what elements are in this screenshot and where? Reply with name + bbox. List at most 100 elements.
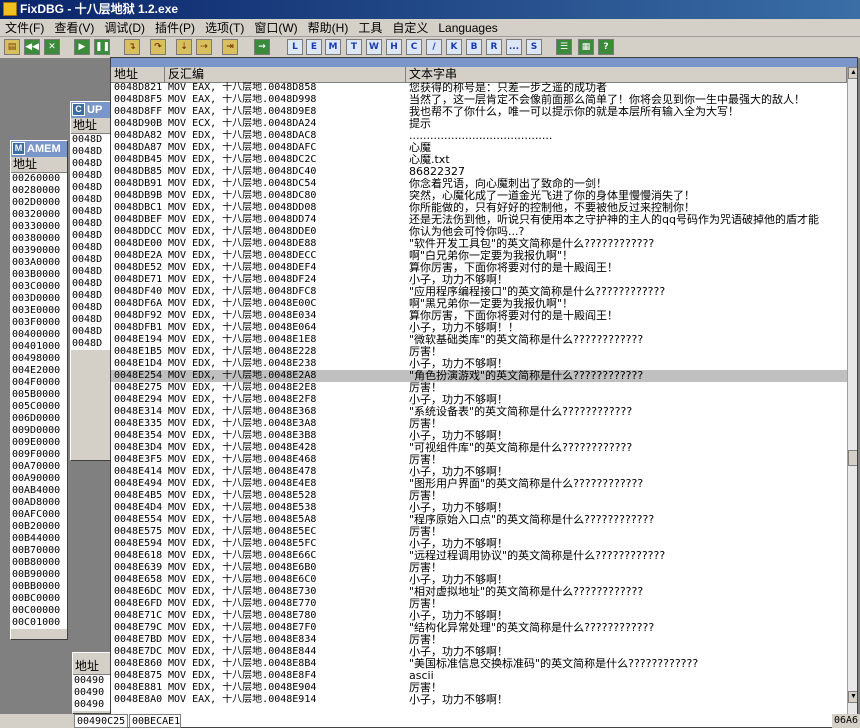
string-row[interactable]: 0048E618 MOV EDX, 十八层地.0048E66C "远程过程调用协议"… (111, 550, 847, 562)
cpu-address-row[interactable]: 0048D (71, 218, 111, 230)
goto-icon[interactable]: → (254, 39, 270, 55)
string-row[interactable]: 0048E7BD MOV EDX, 十八层地.0048E834 厉害！ (111, 634, 847, 646)
memory-map-row[interactable]: 00AD8000 (11, 497, 67, 509)
memory-map-row[interactable]: 00B80000 (11, 557, 67, 569)
string-row[interactable]: 0048E594 MOV EDX, 十八层地.0048E5FC 小子，功力不够啊！ (111, 538, 847, 550)
string-row[interactable]: 0048DB91 MOV EDX, 十八层地.0048DC54 你念着咒语，向心魔刺… (111, 178, 847, 190)
memory-map-row[interactable]: 005B0000 (11, 389, 67, 401)
help-icon[interactable]: ? (598, 39, 614, 55)
string-row[interactable]: 0048DA82 MOV EDX, 十八层地.0048DAC8..........… (111, 130, 847, 142)
string-row[interactable]: 0048E575 MOV EDX, 十八层地.0048E5EC 厉害！ (111, 526, 847, 538)
string-list[interactable]: 0048D821 MOV EAX, 十八层地.0048D858 您获得的称号是：只差… (111, 82, 847, 706)
string-row[interactable]: 0048E658 MOV EDX, 十八层地.0048E6C0 小子，功力不够啊！ (111, 574, 847, 586)
dump-address-row[interactable]: 00490 (73, 699, 111, 711)
string-row[interactable]: 0048E860 MOV EDX, 十八层地.0048E8B4 "美国标准信息交换标… (111, 658, 847, 670)
memory-map-row[interactable]: 00400000 (11, 329, 67, 341)
memory-map-row[interactable]: 006D0000 (11, 413, 67, 425)
string-row[interactable]: 0048DE00 MOV EDX, 十八层地.0048DE88 "软件开发工具包"的… (111, 238, 847, 250)
string-row[interactable]: 0048E554 MOV EDX, 十八层地.0048E5A8 "程序原始入口点"的… (111, 514, 847, 526)
memory-map-row[interactable]: 00401000 (11, 341, 67, 353)
cpu-address-row[interactable]: 0048D (71, 302, 111, 314)
dump-address-row[interactable]: 00490 (73, 675, 111, 687)
string-row[interactable]: 0048E6FD MOV EDX, 十八层地.0048E770 厉害！ (111, 598, 847, 610)
menu-customize[interactable]: 自定义 (387, 19, 433, 37)
cpu-address-list[interactable]: 0048D 0048D 0048D 0048D 0048D 0048D 0048D 0048D… (71, 134, 111, 350)
memory-window-icon[interactable]: M (325, 39, 341, 55)
close-icon[interactable]: ✕ (44, 39, 60, 55)
memory-map-row[interactable]: 00BB0000 (11, 581, 67, 593)
column-address[interactable]: 地址 (111, 67, 165, 82)
step-into-icon[interactable]: ↴ (124, 39, 140, 55)
string-row[interactable]: 0048E4B5 MOV EDX, 十八层地.0048E528 厉害！ (111, 490, 847, 502)
memory-map-row[interactable]: 00390000 (11, 245, 67, 257)
memory-map-row[interactable]: 00330000 (11, 221, 67, 233)
call-stack-icon[interactable]: K (446, 39, 462, 55)
cpu-address-row[interactable]: 0048D (71, 278, 111, 290)
memory-map-row[interactable]: 00280000 (11, 185, 67, 197)
cpu-header[interactable]: 地址 (71, 118, 111, 134)
dump-window[interactable]: 地址 00490 00490 00490 (72, 652, 112, 714)
cpu-address-row[interactable]: 0048D (71, 338, 111, 350)
string-row[interactable]: 0048DBEF MOV EDX, 十八层地.0048DD74 还是无法伤到他，听说… (111, 214, 847, 226)
memory-map-row[interactable]: 003A0000 (11, 257, 67, 269)
memory-map-row[interactable]: 003E0000 (11, 305, 67, 317)
string-row[interactable]: 0048E314 MOV EDX, 十八层地.0048E368 "系统设备表"的英文… (111, 406, 847, 418)
memory-map-row[interactable]: 00AFC000 (11, 509, 67, 521)
memory-map-row[interactable]: 002D0000 (11, 197, 67, 209)
cpu-address-row[interactable]: 0048D (71, 134, 111, 146)
string-row[interactable]: 0048E3F5 MOV EDX, 十八层地.0048E468 厉害！ (111, 454, 847, 466)
memory-map-row[interactable]: 009E0000 (11, 437, 67, 449)
scroll-down-button[interactable]: ▼ (848, 691, 857, 703)
modules-window-icon[interactable]: E (306, 39, 322, 55)
string-row[interactable]: 0048E639 MOV EDX, 十八层地.0048E6B0 厉害！ (111, 562, 847, 574)
menu-languages[interactable]: Languages (433, 19, 502, 37)
breakpoints-icon[interactable]: B (466, 39, 482, 55)
memory-map-row[interactable]: 004E2000 (11, 365, 67, 377)
menu-plugins[interactable]: 插件(P) (150, 19, 200, 37)
memory-map-row[interactable]: 009D0000 (11, 425, 67, 437)
run-icon[interactable]: ▶ (74, 39, 90, 55)
memory-map-row[interactable]: 00C01000 (11, 617, 67, 629)
memory-map-window[interactable]: M AMEM 地址 00260000 00280000 002D0000 0032000… (10, 140, 68, 640)
string-row[interactable]: 0048E71C MOV EDX, 十八层地.0048E780 小子，功力不够啊！ (111, 610, 847, 622)
cpu-address-row[interactable]: 0048D (71, 242, 111, 254)
log-window-icon[interactable]: L (287, 39, 303, 55)
string-row[interactable]: 0048E4D4 MOV EDX, 十八层地.0048E538 小子，功力不够啊！ (111, 502, 847, 514)
string-row[interactable]: 0048E335 MOV EDX, 十八层地.0048E3A8 厉害！ (111, 418, 847, 430)
memory-map-row[interactable]: 003B0000 (11, 269, 67, 281)
string-row[interactable]: 0048E1D4 MOV EDX, 十八层地.0048E238 小子，功力不够啊！ (111, 358, 847, 370)
menu-options[interactable]: 选项(T) (200, 19, 249, 37)
memory-map-row[interactable]: 003C0000 (11, 281, 67, 293)
cpu-address-row[interactable]: 0048D (71, 254, 111, 266)
string-row[interactable]: 0048DE52 MOV EDX, 十八层地.0048DEF4 算你厉害，下面你将要… (111, 262, 847, 274)
string-row[interactable]: 0048D821 MOV EAX, 十八层地.0048D858 您获得的称号是：只差… (111, 82, 847, 94)
cpu-address-row[interactable]: 0048D (71, 170, 111, 182)
source-icon[interactable]: S (526, 39, 542, 55)
cpu-address-row[interactable]: 0048D (71, 194, 111, 206)
cpu-window-icon[interactable]: C (406, 39, 422, 55)
cpu-address-row[interactable]: 0048D (71, 326, 111, 338)
menu-help[interactable]: 帮助(H) (303, 19, 354, 37)
text-strings-window[interactable]: 地址 反汇编 文本字串 0048D821 MOV EAX, 十八层地.0048D8… (110, 57, 858, 728)
string-row[interactable]: 0048DE71 MOV EDX, 十八层地.0048DF24 小子，功力不够啊！ (111, 274, 847, 286)
patches-window-icon[interactable]: / (426, 39, 442, 55)
cpu-address-row[interactable]: 0048D (71, 146, 111, 158)
string-row[interactable]: 0048D90B MOV ECX, 十八层地.0048DA24 提示 (111, 118, 847, 130)
string-row[interactable]: 0048DF6A MOV EDX, 十八层地.0048E00C 啊"黑兄弟你一定要为… (111, 298, 847, 310)
memory-map-row[interactable]: 00B20000 (11, 521, 67, 533)
windows-window-icon[interactable]: W (366, 39, 382, 55)
pause-icon[interactable]: ❚❚ (94, 39, 110, 55)
string-row[interactable]: 0048DB85 MOV EDX, 十八层地.0048DC40 86822327 (111, 166, 847, 178)
dump-address-list[interactable]: 00490 00490 00490 (73, 675, 111, 711)
cpu-address-row[interactable]: 0048D (71, 314, 111, 326)
open-icon[interactable]: ▤ (4, 39, 20, 55)
cpu-address-row[interactable]: 0048D (71, 158, 111, 170)
string-row[interactable]: 0048E875 MOV EDX, 十八层地.0048E8F4 ascii (111, 670, 847, 682)
string-row[interactable]: 0048E1B5 MOV EDX, 十八层地.0048E228 厉害！ (111, 346, 847, 358)
vertical-scrollbar[interactable]: ▲ ▼ (847, 67, 857, 727)
memory-map-row[interactable]: 00320000 (11, 209, 67, 221)
window-titlebar[interactable]: FixDBG - 十八层地狱 1.2.exe (0, 0, 860, 19)
string-row[interactable]: 0048E881 MOV EDX, 十八层地.0048E904 厉害！ (111, 682, 847, 694)
memory-map-row[interactable]: 00B70000 (11, 545, 67, 557)
cpu-address-row[interactable]: 0048D (71, 182, 111, 194)
